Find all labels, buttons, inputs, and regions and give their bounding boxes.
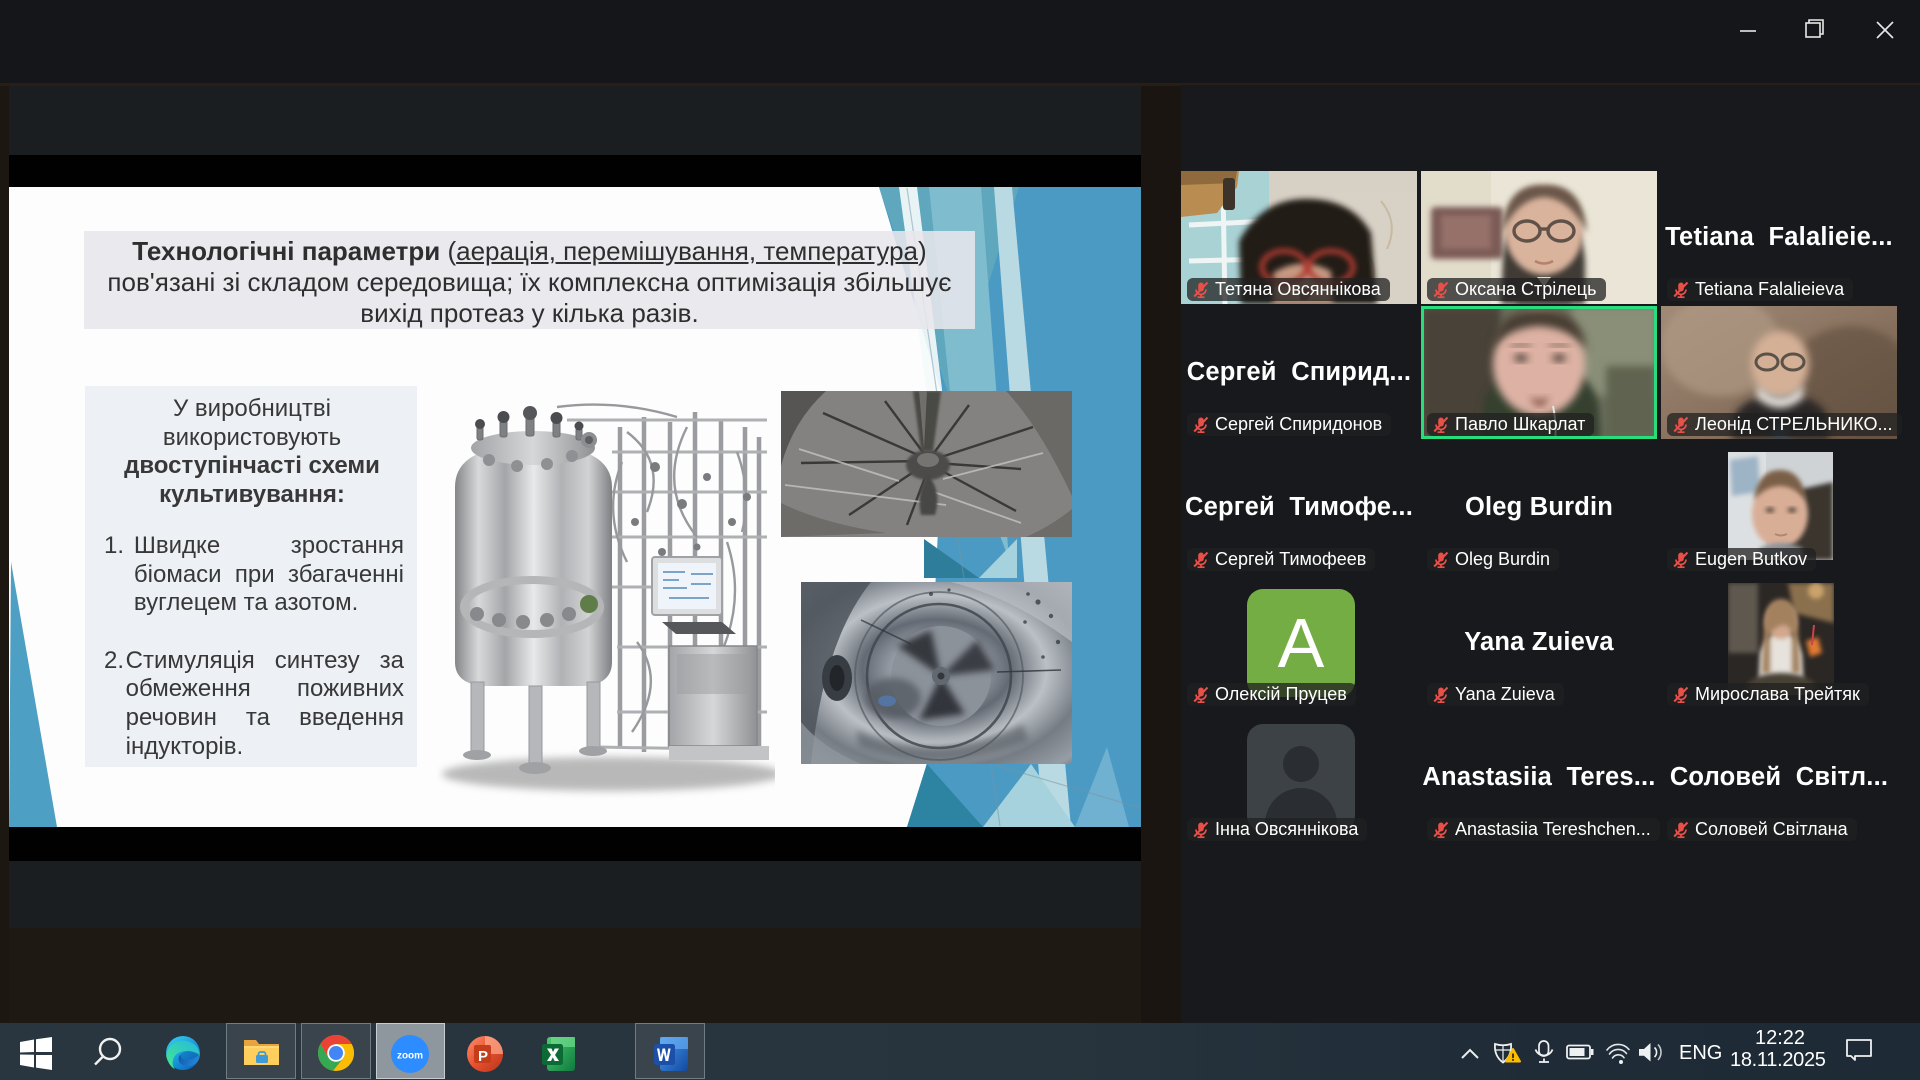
svg-text:zoom: zoom	[397, 1051, 423, 1062]
svg-text:ENG: ENG	[1679, 1042, 1722, 1064]
svg-text:P: P	[478, 1048, 488, 1065]
